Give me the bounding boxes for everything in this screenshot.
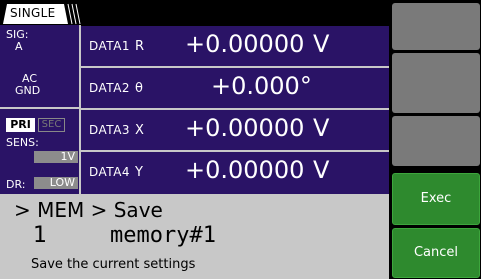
mode-tab[interactable]: SINGLE xyxy=(2,3,86,25)
data-unit: V xyxy=(313,30,330,58)
memory-name[interactable]: memory#1 xyxy=(110,223,216,248)
menu-area: > MEM > Save 1 memory#1 Save the current… xyxy=(0,194,389,279)
data-row-1[interactable]: DATA1 R +0.00000 V xyxy=(81,26,389,66)
top-bar: SINGLE xyxy=(0,0,389,25)
softkey-3[interactable] xyxy=(392,116,480,166)
data-unit: V xyxy=(313,114,330,142)
menu-breadcrumb: > MEM > Save xyxy=(14,198,163,222)
dr-value-box: LOW xyxy=(34,177,78,189)
data-variable: R xyxy=(135,39,145,54)
mode-tab-label: SINGLE xyxy=(10,6,56,20)
data-label: DATA4 xyxy=(89,165,131,179)
sens-label: SENS: xyxy=(6,136,39,149)
data-variable: X xyxy=(135,123,144,138)
pri-label: PRI xyxy=(10,118,31,131)
instrument-screen: SINGLE SIG: A AC GND PRI SEC SENS: 1V DR… xyxy=(0,0,481,279)
data-value: +0.00000 xyxy=(185,156,305,184)
ground-value: GND xyxy=(15,84,41,97)
sec-label: SEC xyxy=(41,119,62,130)
status-panel: SIG: A AC GND PRI SEC SENS: 1V DR: LOW xyxy=(0,25,79,194)
sec-indicator: SEC xyxy=(38,118,65,132)
dr-label: DR: xyxy=(6,178,26,191)
memory-number[interactable]: 1 xyxy=(33,223,47,248)
status-divider xyxy=(0,107,79,109)
data-variable: Y xyxy=(135,165,143,180)
sig-value: A xyxy=(15,40,23,53)
data-label: DATA3 xyxy=(89,123,131,137)
cancel-button[interactable]: Cancel xyxy=(392,228,480,278)
data-row-4[interactable]: DATA4 Y +0.00000 V xyxy=(81,152,389,194)
data-row-3[interactable]: DATA3 X +0.00000 V xyxy=(81,110,389,150)
data-label: DATA1 xyxy=(89,39,131,53)
coupling-value: AC xyxy=(22,72,38,85)
data-variable: θ xyxy=(135,81,143,96)
cancel-button-label: Cancel xyxy=(413,245,459,260)
softkey-1[interactable] xyxy=(392,3,480,50)
data-value: +0.000° xyxy=(211,72,312,100)
sens-value-box: 1V xyxy=(34,151,78,163)
softkey-column: Exec Cancel xyxy=(389,0,481,279)
sig-label: SIG: xyxy=(6,28,29,41)
sens-value: 1V xyxy=(60,150,75,163)
data-value: +0.00000 xyxy=(185,30,305,58)
data-label: DATA2 xyxy=(89,81,131,95)
menu-description: Save the current settings xyxy=(31,257,196,272)
dr-value: LOW xyxy=(49,176,75,189)
pri-indicator: PRI xyxy=(6,118,35,132)
data-unit: V xyxy=(313,156,330,184)
exec-button-label: Exec xyxy=(420,191,452,206)
data-row-2[interactable]: DATA2 θ +0.000° xyxy=(81,68,389,108)
status-spacer xyxy=(0,69,79,71)
softkey-2[interactable] xyxy=(392,53,480,113)
data-value: +0.00000 xyxy=(185,114,305,142)
exec-button[interactable]: Exec xyxy=(392,173,480,225)
